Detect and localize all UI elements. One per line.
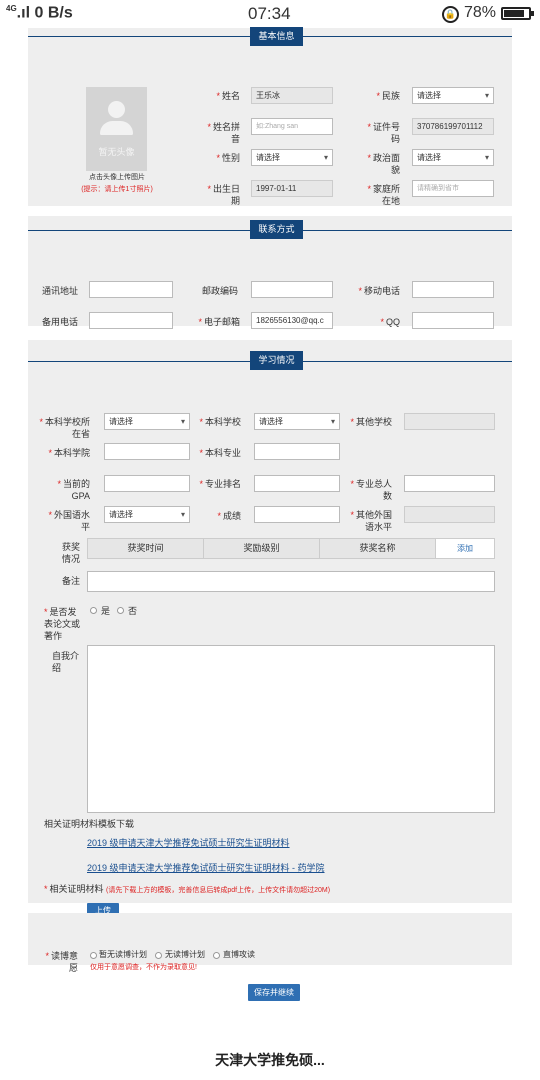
ethnic-label: * 民族 [376,91,400,101]
gpa-label: * 当前的GPA [57,479,90,501]
intent-option-3-label: 直博攻读 [223,950,255,959]
avatar-empty-text: 暂无头像 [98,147,135,157]
mobile-field[interactable] [412,281,494,298]
gender-select[interactable]: 请选择 [251,149,333,166]
paper-label: * 是否发表论文或著作 [44,607,81,641]
hometown-label: * 家庭所在地 [367,184,400,206]
other-language-label: * 其他外国语水平 [350,510,392,532]
rotation-lock-icon: 🔒 [442,6,459,23]
clock: 07:34 [248,4,291,23]
award-table-header: 获奖时间 奖励级别 获奖名称 添加 [87,538,495,559]
basic-info-title: 基本信息 [250,27,303,46]
award-col-time: 获奖时间 [88,539,204,558]
birthdate-field[interactable]: 1997-01-11 [251,180,333,197]
political-label: * 政治面貌 [367,153,400,175]
paper-no-label: 否 [128,606,138,616]
political-select[interactable]: 请选择 [412,149,494,166]
signal-bars-icon: .ıl [16,4,31,22]
major-label: * 本科专业 [199,448,241,458]
avatar-hint: (提示：请上传1寸照片) [81,186,153,193]
avatar-person-icon [108,101,125,118]
study-title: 学习情况 [250,351,303,370]
avatar-upload[interactable]: 暂无头像 [86,87,147,171]
backup-phone-label: 备用电话 [41,317,78,327]
backup-phone-field[interactable] [89,312,173,329]
pinyin-label: * 姓名拼音 [207,122,240,144]
other-school-label: * 其他学校 [350,417,392,427]
score-field[interactable] [254,506,340,523]
intent-option-2-radio[interactable] [155,952,162,959]
gender-label: * 性别 [216,153,240,163]
template-link-pharmacy[interactable]: 2019 级申请天津大学推荐免试硕士研究生证明材料 - 药学院 [87,861,325,874]
ethnic-select[interactable]: 请选择 [412,87,494,104]
school-label: * 本科学校 [199,417,241,427]
intent-option-1-label: 暂无读博计划 [99,950,147,959]
template-link-general[interactable]: 2019 级申请天津大学推荐免试硕士研究生证明材料 [87,836,290,849]
address-field[interactable] [89,281,173,298]
address-label: 通讯地址 [41,286,78,296]
avatar-caption: 点击头像上传图片 [89,174,145,181]
other-school-field[interactable] [404,413,495,430]
paper-yes-radio[interactable] [90,607,97,614]
proof-label: * 相关证明材料 (请先下载上方的模板，完善信息后转成pdf上传，上传文件请勿超过… [44,884,331,894]
email-field[interactable]: 1826556130@qq.c [251,312,333,329]
birthdate-label: * 出生日期 [207,184,240,206]
id-number-field[interactable]: 370786199701112 [412,118,494,135]
college-label: * 本科学院 [48,448,90,458]
total-students-field[interactable] [404,475,495,492]
mobile-label: * 移动电话 [358,286,400,296]
battery-percent: 78% [464,4,497,21]
name-field[interactable]: 王乐冰 [251,87,333,104]
pinyin-field[interactable]: 如:Zhang san [251,118,333,135]
signal-indicator: 4G.ıl 0 B/s [6,4,73,22]
school-province-label: * 本科学校所在省 [39,417,90,439]
qq-label: * QQ [380,317,400,327]
postcode-label: 邮政编码 [201,286,238,296]
name-label: * 姓名 [216,91,240,101]
page-caption: 天津大学推免硕... [215,1052,325,1068]
intent-option-2-label: 无读博计划 [165,950,205,959]
total-students-label: * 专业总人数 [350,479,392,501]
remark-field[interactable] [87,571,495,592]
gpa-field[interactable] [104,475,190,492]
award-col-level: 奖励级别 [204,539,320,558]
rank-label: * 专业排名 [199,479,241,489]
language-label: * 外国语水平 [48,510,90,532]
doctoral-intent-label: * 读博意愿 [45,951,78,973]
award-add-link[interactable]: 添加 [436,539,494,558]
hometown-field[interactable]: 请精确到省市 [412,180,494,197]
intro-label: 自我介绍 [52,651,80,673]
id-number-label: * 证件号码 [367,122,400,144]
status-bar: 4G.ıl 0 B/s 07:34 🔒 78% [0,0,540,28]
email-label: * 电子邮箱 [198,317,240,327]
intent-note: 仅用于意愿调查，不作为录取意见! [90,964,197,971]
award-col-name: 获奖名称 [320,539,436,558]
paper-yes-label: 是 [101,606,111,616]
contact-title: 联系方式 [250,220,303,239]
postcode-field[interactable] [251,281,333,298]
proof-hint: (请先下载上方的模板，完善信息后转成pdf上传，上传文件请勿超过20M) [106,887,331,894]
intent-option-3-radio[interactable] [213,952,220,959]
major-field[interactable] [254,443,340,460]
template-title: 相关证明材料模板下载 [44,819,135,829]
remark-label: 备注 [61,576,80,586]
school-select[interactable]: 请选择 [254,413,340,430]
battery-icon [501,7,534,20]
rank-field[interactable] [254,475,340,492]
score-label: * 成绩 [217,511,241,521]
school-province-select[interactable]: 请选择 [104,413,190,430]
intent-option-1-radio[interactable] [90,952,97,959]
paper-no-radio[interactable] [117,607,124,614]
save-continue-button[interactable]: 保存并继续 [248,984,300,1001]
intro-textarea[interactable] [87,645,495,813]
college-field[interactable] [104,443,190,460]
language-select[interactable]: 请选择 [104,506,190,523]
other-language-field[interactable] [404,506,495,523]
qq-field[interactable] [412,312,494,329]
award-label: 获奖情况 [61,542,80,564]
